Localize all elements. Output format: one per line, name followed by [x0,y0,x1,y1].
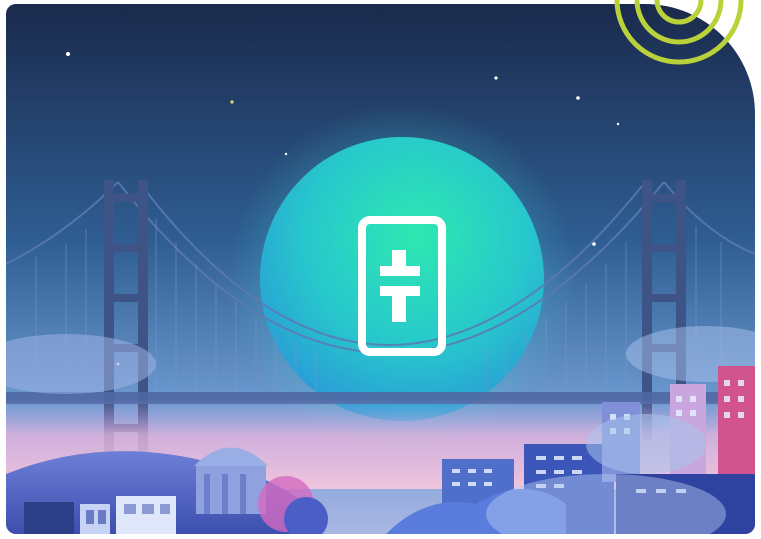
concentric-rings-icon [614,0,744,65]
palace-dome [194,447,268,514]
token-orb [260,137,544,421]
